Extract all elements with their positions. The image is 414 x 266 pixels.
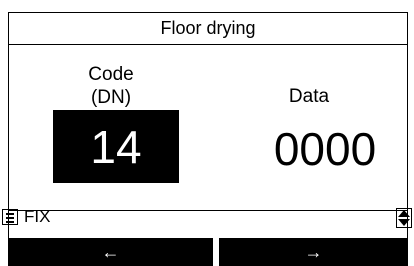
screen-frame: Floor drying Code (DN) 14 Data 0000 — [8, 12, 408, 266]
right-arrow-button[interactable]: → — [219, 238, 408, 266]
footer-divider — [9, 210, 407, 211]
page-title: Floor drying — [9, 13, 407, 45]
left-arrow-button[interactable]: ← — [8, 238, 213, 266]
controller-screen: Floor drying Code (DN) 14 Data 0000 FIX … — [0, 0, 414, 266]
menu-list-icon — [2, 209, 18, 225]
fix-row[interactable]: FIX — [0, 205, 50, 229]
code-value-field[interactable]: 14 — [53, 110, 179, 183]
scroll-up-icon — [398, 210, 410, 217]
fix-label: FIX — [24, 207, 51, 226]
data-label: Data — [288, 86, 330, 107]
code-label: Code (DN) — [51, 63, 171, 109]
up-down-scroll-icon[interactable] — [396, 208, 412, 228]
code-label-line2: (DN) — [90, 87, 132, 108]
scroll-down-icon — [398, 219, 410, 226]
data-value-field[interactable]: 0000 — [255, 114, 395, 184]
code-label-line1: Code — [88, 64, 134, 85]
